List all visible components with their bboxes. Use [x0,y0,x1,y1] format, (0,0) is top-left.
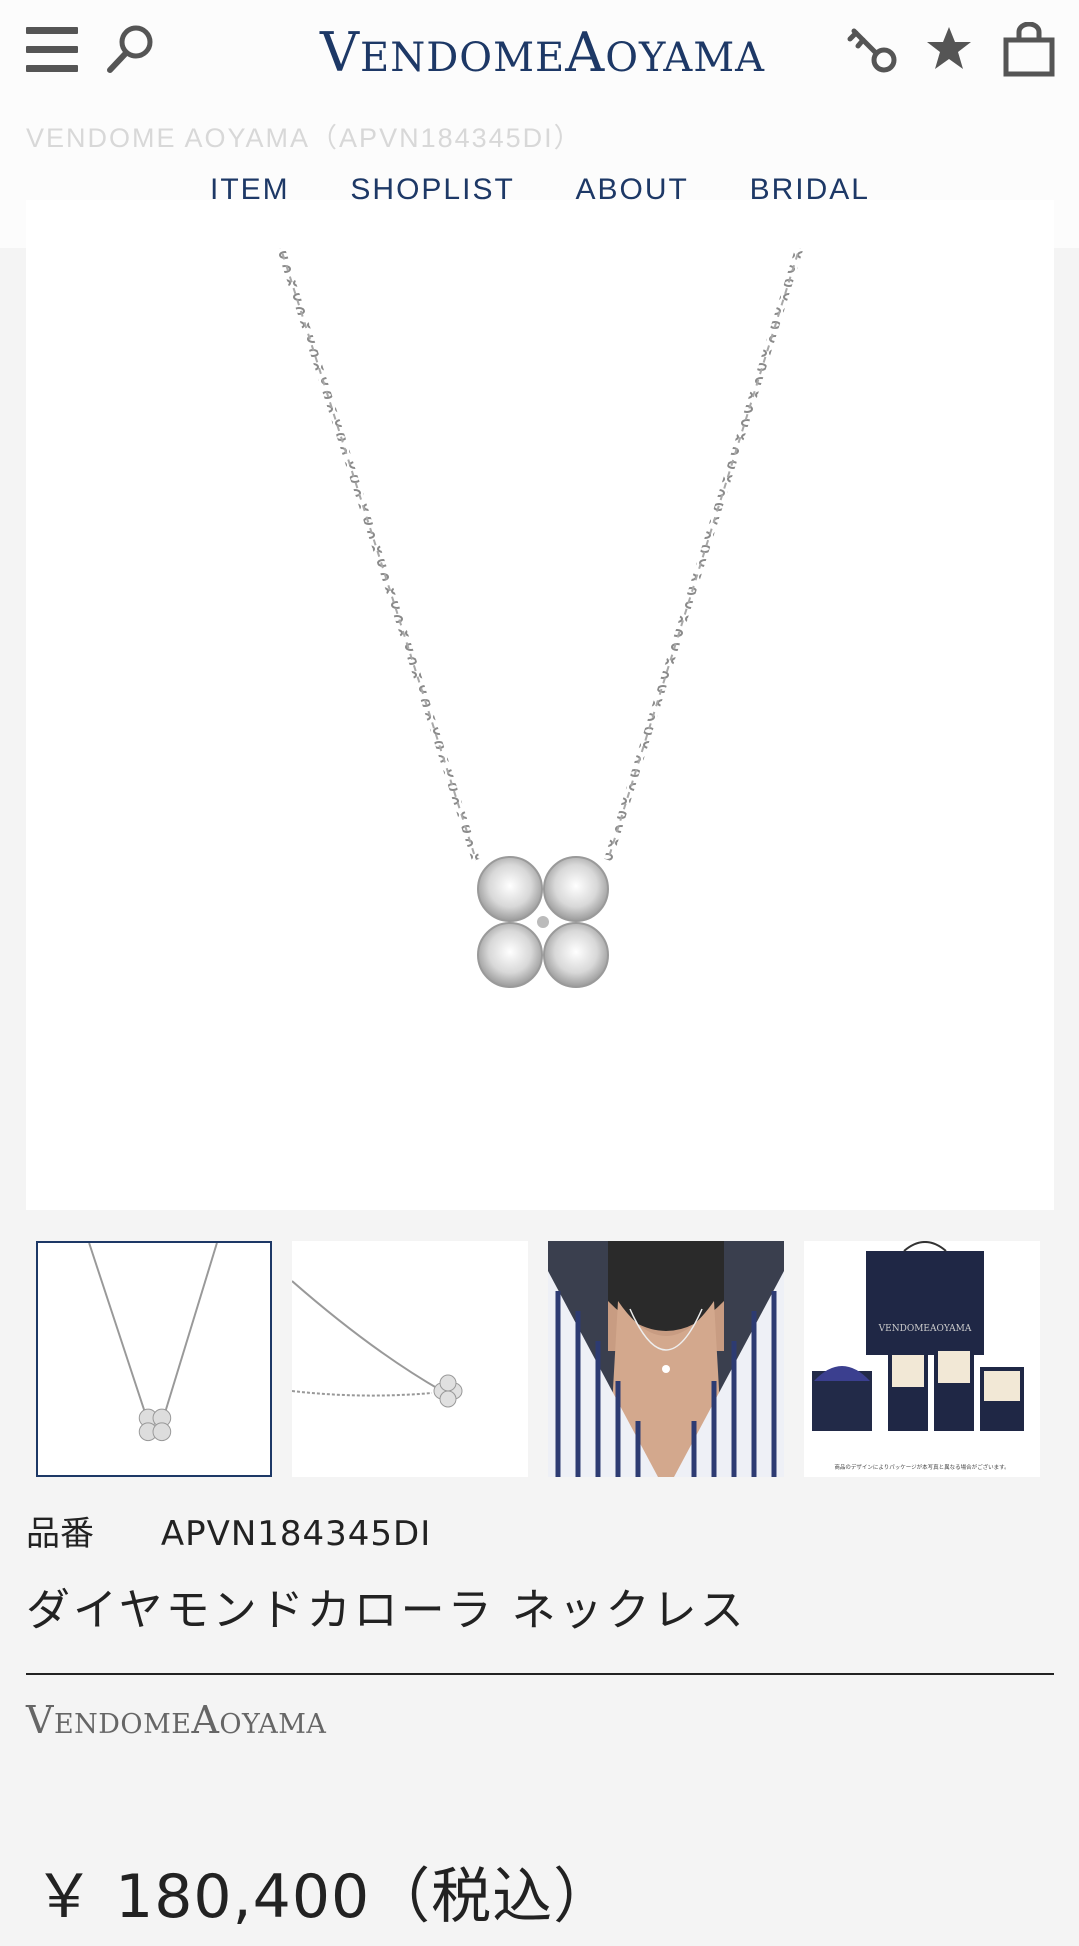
brand-logo[interactable]: VENDOMEAOYAMA [320,16,764,90]
product-price: ￥ 180,400（税込） [34,1862,615,1932]
key-icon[interactable] [846,22,898,78]
product-number: 品番 APVN184345DI [26,1506,431,1555]
package-caption: 商品のデザインによりパッケージが本写真と異なる場合がございます。 [834,1463,1009,1471]
product-image-top [26,200,1054,248]
divider [26,1673,1054,1675]
product-number-label: 品番 [26,1514,94,1554]
package-logo: VENDOMEAOYAMA [878,1324,972,1334]
thumbnail-1[interactable] [36,1241,272,1477]
shopping-bag-icon[interactable] [1002,22,1056,78]
thumbnail-strip: VENDOMEAOYAMA 商品のデザインによりパッケージが本写真と異なる場合が… [36,1241,1044,1479]
search-icon[interactable] [104,22,158,76]
hamburger-menu-icon[interactable] [26,27,78,73]
thumbnail-3[interactable] [548,1241,784,1477]
star-icon[interactable] [924,24,974,74]
product-brand-logo[interactable]: VENDOMEAOYAMA [26,1698,326,1742]
product-name: ダイヤモンドカローラ ネックレス [26,1585,747,1636]
breadcrumb: VENDOME AOYAMA（APVN184345DI） [26,123,583,153]
product-number-value: APVN184345DI [160,1514,432,1554]
main-product-image[interactable] [26,248,1054,1210]
thumbnail-4[interactable]: VENDOMEAOYAMA 商品のデザインによりパッケージが本写真と異なる場合が… [804,1241,1040,1477]
thumbnail-2[interactable] [292,1241,528,1477]
